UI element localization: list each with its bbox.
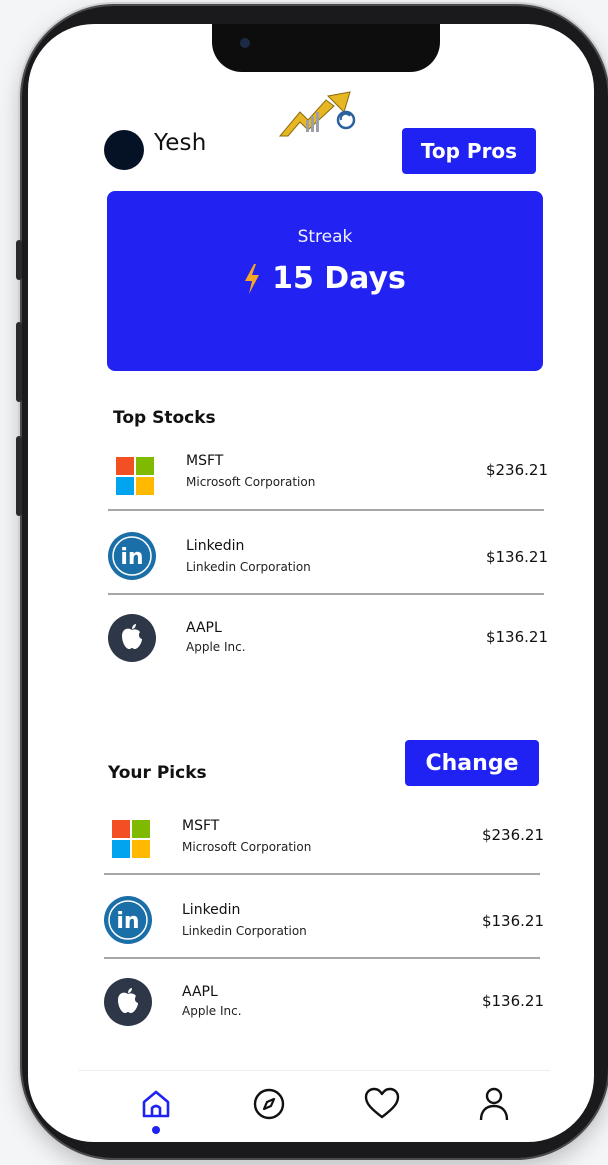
row-divider xyxy=(108,509,544,511)
stock-price: $136.21 xyxy=(481,912,544,930)
streak-card: Streak 15 Days xyxy=(107,191,543,371)
notch xyxy=(212,24,440,72)
top-pros-button[interactable]: Top Pros xyxy=(402,128,536,174)
home-icon xyxy=(142,1090,170,1118)
stock-company-name: Linkedin Corporation xyxy=(186,560,311,574)
front-camera xyxy=(240,38,250,48)
top-stock-row-msft[interactable]: MSFT Microsoft Corporation $236.21 xyxy=(108,449,548,533)
profile-icon xyxy=(479,1087,509,1121)
stock-symbol: AAPL xyxy=(182,984,218,1000)
tab-profile[interactable] xyxy=(474,1084,514,1124)
lightning-bolt-icon xyxy=(245,263,260,294)
volume-down-button xyxy=(16,436,22,516)
volume-up-button xyxy=(16,322,22,402)
streak-label: Streak xyxy=(297,227,353,247)
stock-price: $236.21 xyxy=(485,461,548,479)
streak-value: 15 Days xyxy=(272,261,406,296)
row-divider xyxy=(104,957,540,959)
linkedin-logo-icon: in xyxy=(104,896,152,944)
change-button[interactable]: Change xyxy=(405,740,539,786)
avatar[interactable] xyxy=(104,130,144,170)
row-divider xyxy=(104,873,540,875)
top-stock-row-aapl[interactable]: AAPL Apple Inc. $136.21 xyxy=(108,614,548,698)
stock-symbol: AAPL xyxy=(186,620,222,636)
stock-symbol: Linkedin xyxy=(186,538,245,554)
linkedin-logo-icon: in xyxy=(108,532,156,580)
svg-text:in: in xyxy=(120,545,143,570)
apple-logo-icon xyxy=(108,614,156,662)
pick-row-msft[interactable]: MSFT Microsoft Corporation $236.21 xyxy=(104,814,544,898)
microsoft-logo-icon xyxy=(116,457,154,495)
compass-icon xyxy=(253,1088,285,1120)
pick-row-aapl[interactable]: AAPL Apple Inc. $136.21 xyxy=(104,978,544,1062)
svg-text:in: in xyxy=(116,909,139,934)
heart-icon xyxy=(364,1087,400,1119)
username: Yesh xyxy=(154,130,207,156)
apple-logo-icon xyxy=(104,978,152,1026)
active-tab-indicator xyxy=(152,1126,160,1134)
tabbar-divider xyxy=(78,1070,550,1071)
tab-favorites[interactable] xyxy=(362,1084,402,1124)
stock-company-name: Linkedin Corporation xyxy=(182,924,307,938)
app-logo-icon xyxy=(278,91,356,137)
your-picks-title: Your Picks xyxy=(108,763,207,783)
pick-row-linkedin[interactable]: in Linkedin Linkedin Corporation $136.21 xyxy=(104,896,544,980)
stock-symbol: MSFT xyxy=(182,818,220,834)
stock-company-name: Microsoft Corporation xyxy=(182,840,312,854)
microsoft-logo-icon xyxy=(112,820,150,858)
tab-explore[interactable] xyxy=(249,1084,289,1124)
top-stock-row-linkedin[interactable]: in Linkedin Linkedin Corporation $136.21 xyxy=(108,532,548,616)
stock-price: $136.21 xyxy=(485,628,548,646)
streak-value-row: 15 Days xyxy=(107,261,543,296)
stock-company-name: Apple Inc. xyxy=(182,1004,242,1018)
stock-price: $236.21 xyxy=(481,826,544,844)
stock-company-name: Microsoft Corporation xyxy=(186,475,316,489)
stock-company-name: Apple Inc. xyxy=(186,640,246,654)
row-divider xyxy=(108,593,544,595)
top-stocks-title: Top Stocks xyxy=(113,408,216,428)
app-screen: Yesh Top Pros Streak 15 Days Top Stocks … xyxy=(28,24,594,1142)
mute-switch xyxy=(16,240,22,280)
stock-price: $136.21 xyxy=(481,992,544,1010)
tab-home[interactable] xyxy=(136,1084,176,1124)
stock-price: $136.21 xyxy=(485,548,548,566)
stock-symbol: Linkedin xyxy=(182,902,241,918)
stock-symbol: MSFT xyxy=(186,453,224,469)
